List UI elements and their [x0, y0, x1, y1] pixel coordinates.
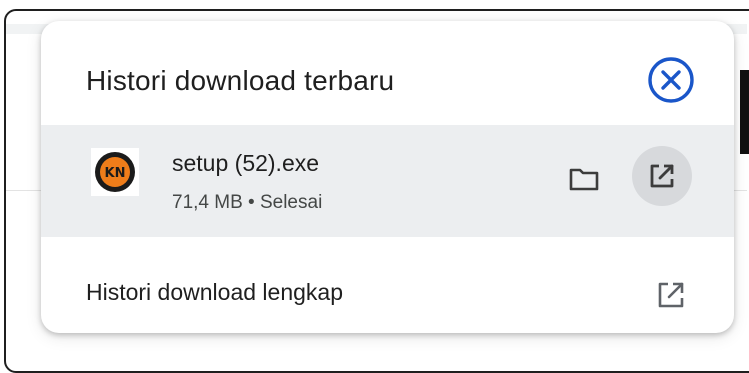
download-history-popup: Histori download terbaru KN setup (52).e…	[41, 21, 734, 333]
show-in-folder-button[interactable]	[561, 156, 607, 202]
popup-title: Histori download terbaru	[86, 65, 395, 96]
close-button[interactable]	[646, 55, 696, 105]
app-logo-text: KN	[105, 166, 126, 181]
folder-icon	[569, 168, 599, 191]
open-external-icon	[650, 164, 674, 188]
full-history-label: Histori download lengkap	[86, 279, 343, 305]
download-file-meta: 71,4 MB • Selesai	[172, 192, 323, 213]
open-external-icon	[653, 277, 689, 313]
download-item-row[interactable]: KN setup (52).exe 71,4 MB • Selesai	[41, 125, 734, 237]
app-logo-icon: KN	[91, 148, 139, 196]
download-file-name[interactable]: setup (52).exe	[172, 150, 319, 177]
page-dark-element	[740, 70, 749, 154]
browser-background: Histori download terbaru KN setup (52).e…	[0, 0, 749, 373]
full-download-history-link[interactable]: Histori download lengkap	[41, 237, 734, 333]
open-file-button[interactable]	[632, 146, 692, 206]
close-circle-icon	[648, 57, 694, 103]
